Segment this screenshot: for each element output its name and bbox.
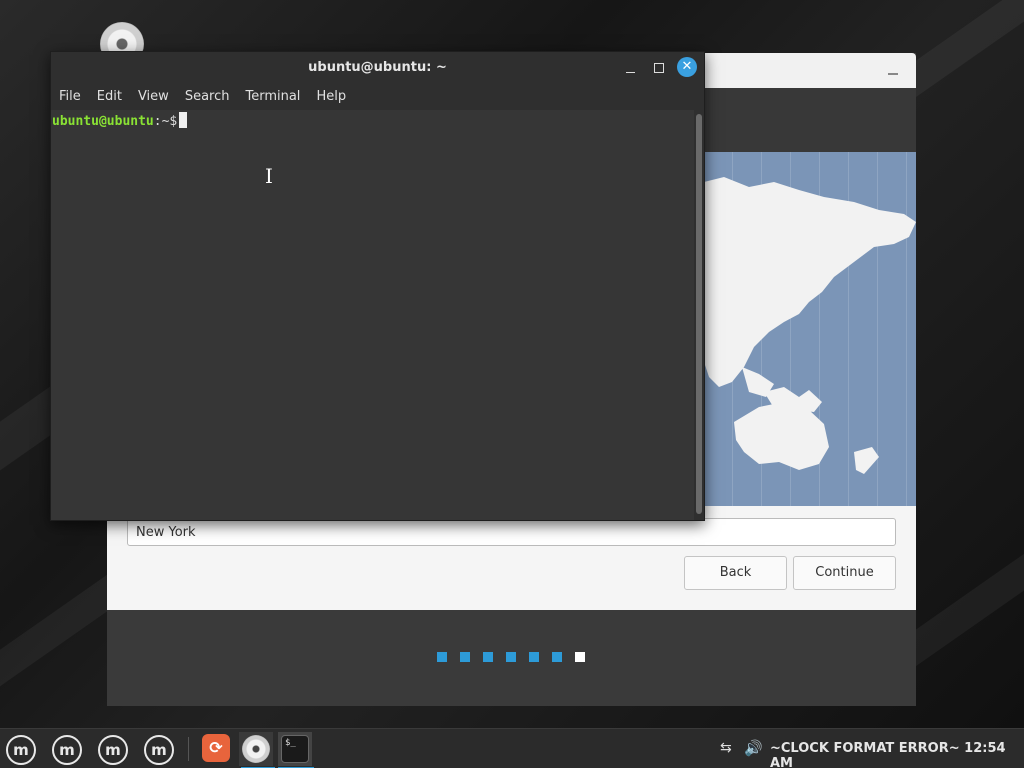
menu-search[interactable]: Search	[177, 84, 238, 110]
progress-step	[506, 652, 516, 662]
terminal-scrollbar[interactable]	[694, 110, 704, 520]
taskbar: m m m m ⟳ $_ ⇆ 🔊 ~CLOCK FORMAT ERROR~ 12…	[0, 728, 1024, 768]
terminal-icon: $_	[281, 735, 309, 763]
progress-step	[437, 652, 447, 662]
terminal-window: ubuntu@ubuntu: ~ ✕ File Edit View Search…	[50, 51, 705, 521]
firefox-icon: ⟳	[202, 734, 230, 762]
progress-step	[552, 652, 562, 662]
prompt-user: ubuntu@ubuntu	[52, 114, 154, 129]
menu-terminal[interactable]: Terminal	[237, 84, 308, 110]
terminal-output[interactable]: ubuntu@ubuntu:~$	[51, 110, 694, 520]
installer-body: New York Back Continue	[107, 506, 916, 610]
taskbar-installer[interactable]	[239, 732, 275, 768]
menu-help[interactable]: Help	[308, 84, 354, 110]
scroll-thumb[interactable]	[696, 114, 702, 514]
menu-file[interactable]: File	[51, 84, 89, 110]
maximize-icon[interactable]	[649, 58, 669, 78]
mint-menu-icon[interactable]: m	[144, 735, 174, 765]
close-icon[interactable]: ✕	[677, 57, 697, 77]
progress-step	[460, 652, 470, 662]
network-icon[interactable]: ⇆	[720, 740, 732, 756]
clock[interactable]: ~CLOCK FORMAT ERROR~ 12:54 AM	[770, 741, 1024, 768]
disc-icon	[242, 735, 270, 763]
window-title: ubuntu@ubuntu: ~	[308, 60, 447, 75]
taskbar-separator	[188, 737, 189, 761]
taskbar-firefox[interactable]: ⟳	[199, 732, 233, 766]
progress-step	[483, 652, 493, 662]
prompt-path: :~$	[153, 114, 178, 129]
progress-steps	[437, 652, 585, 662]
volume-icon[interactable]: 🔊	[744, 739, 763, 757]
mint-menu-icon[interactable]: m	[52, 735, 82, 765]
shell-prompt: ubuntu@ubuntu:~$	[52, 112, 188, 129]
timezone-field[interactable]: New York	[127, 518, 896, 546]
ibeam-cursor-icon: I	[265, 164, 273, 188]
menu-edit[interactable]: Edit	[89, 84, 130, 110]
mint-menu-icon[interactable]: m	[98, 735, 128, 765]
continue-button[interactable]: Continue	[793, 556, 896, 590]
taskbar-terminal[interactable]: $_	[278, 732, 314, 768]
world-map-landmass	[704, 177, 916, 474]
minimize-icon[interactable]	[621, 58, 641, 78]
menu-view[interactable]: View	[130, 84, 177, 110]
terminal-titlebar[interactable]: ubuntu@ubuntu: ~ ✕	[51, 52, 704, 84]
mint-menu-icon[interactable]: m	[6, 735, 36, 765]
minimize-icon[interactable]	[888, 73, 898, 75]
back-button[interactable]: Back	[684, 556, 787, 590]
progress-step-current	[575, 652, 585, 662]
timezone-map[interactable]	[704, 152, 916, 506]
menubar: File Edit View Search Terminal Help	[51, 84, 704, 110]
text-cursor	[179, 112, 188, 128]
installer-footer	[107, 610, 916, 706]
progress-step	[529, 652, 539, 662]
